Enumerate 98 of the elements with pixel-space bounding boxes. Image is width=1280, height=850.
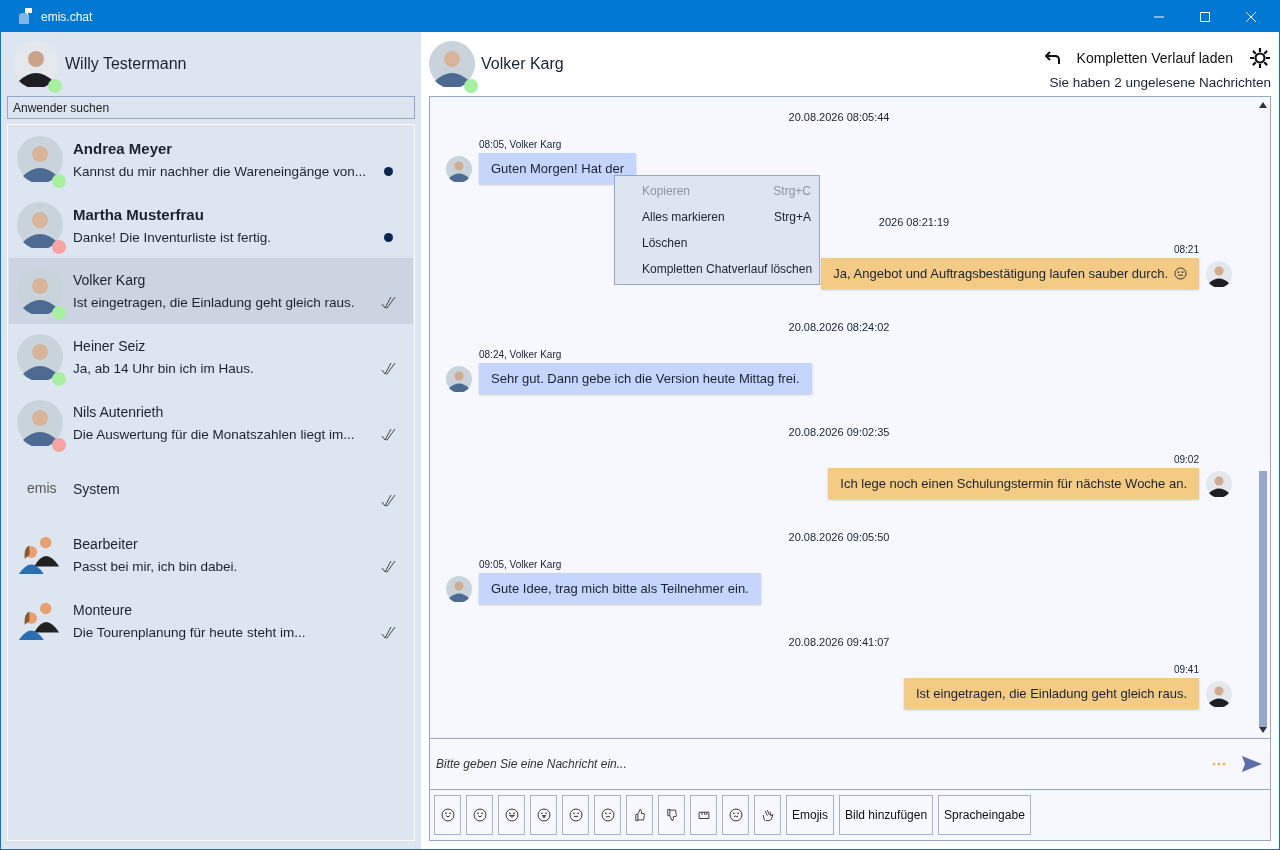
- emoji-button[interactable]: [690, 795, 717, 835]
- contact-name: System: [73, 481, 121, 497]
- avatar-icon: [1206, 680, 1232, 707]
- message-text: Ist eingetragen, die Einladung geht gleich raus.: [915, 686, 1187, 701]
- menu-item[interactable]: Alles markieren Strg+A: [615, 204, 819, 230]
- toolbar-button[interactable]: Bild hinzufügen: [839, 795, 934, 835]
- emoji-button[interactable]: [434, 795, 461, 835]
- avatar-icon: [429, 41, 475, 87]
- smiley-icon: [504, 808, 519, 822]
- smiley-icon: [440, 808, 455, 822]
- contact-name: Volker Karg: [73, 272, 147, 288]
- message-meta: 08:21: [1173, 244, 1199, 255]
- message-text: Gute Idee, trag mich bitte als Teilnehmer ein.: [491, 581, 749, 596]
- window-title: emis.chat: [41, 9, 93, 24]
- search-field[interactable]: Anwender suchen: [7, 96, 415, 119]
- message-meta: 08:24, Volker Karg: [479, 349, 562, 360]
- emoji-button[interactable]: [658, 795, 685, 835]
- avatar-icon: [17, 202, 63, 248]
- contact-item[interactable]: Monteure Die Tourenplanung für heute steht im...: [9, 588, 413, 654]
- thumbs-up-icon: [632, 808, 647, 822]
- smiley-icon: [536, 808, 551, 822]
- avatar-icon: [1206, 470, 1232, 497]
- settings-icon[interactable]: [1249, 46, 1271, 69]
- menu-item[interactable]: Kompletten Chatverlauf löschen: [615, 256, 819, 282]
- load-history-button[interactable]: Kompletten Verlauf laden: [1072, 49, 1237, 66]
- contact-item[interactable]: Volker Karg Ist eingetragen, die Einladung geht gleich raus.: [9, 258, 413, 324]
- contact-item[interactable]: Andrea Meyer Kannst du mir nachher die Wareneingänge von...: [9, 126, 413, 192]
- date-separator: 20.08.2026 09:41:07: [788, 636, 890, 648]
- logo-text: emis: [27, 480, 57, 496]
- contact-name: Martha Musterfrau: [73, 205, 205, 223]
- scrollbar-thumb[interactable]: [1259, 471, 1267, 727]
- contact-name: Nils Autenrieth: [73, 404, 165, 420]
- contact-name: Andrea Meyer: [73, 139, 174, 157]
- hand-icon: [760, 808, 775, 822]
- message-preview: Passt bei mir, ich bin dabei.: [73, 559, 239, 574]
- emoji-button[interactable]: [530, 795, 557, 835]
- emoji-button[interactable]: [722, 795, 749, 835]
- smiley-icon: [600, 808, 615, 822]
- toolbar-button[interactable]: Emojis: [786, 795, 834, 835]
- avatar-icon: [13, 41, 59, 87]
- app-icon: [17, 7, 33, 26]
- smiley-icon: [568, 808, 583, 822]
- emoji-button[interactable]: [754, 795, 781, 835]
- smiley-icon: [472, 808, 487, 822]
- date-separator: 20.08.2026 08:24:02: [788, 321, 890, 333]
- maximize-icon[interactable]: [1199, 10, 1211, 23]
- message-text: Ja, Angebot und Auftragsbestätigung laufen sauber durch.: [833, 266, 1168, 281]
- avatar-icon: [1206, 260, 1232, 287]
- avatar-icon: [446, 365, 472, 392]
- message-preview: Die Tourenplanung für heute steht im...: [73, 625, 307, 640]
- date-separator: 20.08.2026 09:05:50: [788, 531, 890, 543]
- contact-item[interactable]: Nils Autenrieth Die Auswertung für die Monatszahlen liegt im...: [9, 390, 413, 456]
- scroll-up-icon[interactable]: [1259, 102, 1267, 108]
- date-separator: 2026 08:21:19: [878, 216, 950, 228]
- date-separator: 20.08.2026 09:02:35: [788, 426, 890, 438]
- message-input[interactable]: Bitte geben Sie eine Nachricht ein...: [434, 756, 1196, 772]
- message-text: Guten Morgen! Hat der: [491, 161, 624, 176]
- unread-notice: Sie haben 2 ungelesene Nachrichten: [1049, 74, 1271, 90]
- close-icon[interactable]: [1245, 10, 1257, 23]
- contact-name: Heiner Seiz: [73, 338, 147, 354]
- emoji-button[interactable]: [594, 795, 621, 835]
- emoji-button[interactable]: [466, 795, 493, 835]
- message-preview: Ja, ab 14 Uhr bin ich im Haus.: [73, 361, 255, 376]
- message-field[interactable]: Bitte geben Sie eine Nachricht ein...: [429, 739, 1271, 790]
- message-text: Sehr gut. Dann gebe ich die Version heute Mittag frei.: [491, 371, 800, 386]
- contact-item[interactable]: Martha Musterfrau Danke! Die Inventurliste ist fertig.: [9, 192, 413, 258]
- contact-name: Bearbeiter: [73, 536, 139, 552]
- emoji-button[interactable]: [562, 795, 589, 835]
- message-preview: Ist eingetragen, die Einladung geht gleich raus.: [73, 295, 356, 310]
- emoji-button[interactable]: [626, 795, 653, 835]
- message-text: Ich lege noch einen Schulungstermin für nächste Woche an.: [840, 476, 1187, 491]
- avatar-icon: [17, 334, 63, 380]
- contact-name: Monteure: [73, 602, 134, 618]
- menu-item[interactable]: Löschen: [615, 230, 819, 256]
- toolbar-button[interactable]: Spracheingabe: [938, 795, 1031, 835]
- contact-item[interactable]: emis System: [9, 456, 413, 522]
- avatar-icon: [446, 575, 472, 602]
- message-preview: Danke! Die Inventurliste ist fertig.: [73, 229, 273, 245]
- send-icon[interactable]: [1242, 756, 1262, 772]
- avatar-icon: [17, 400, 63, 446]
- message-meta: 09:05, Volker Karg: [479, 559, 562, 570]
- undo-icon[interactable]: [1044, 49, 1061, 66]
- message-preview: Die Auswertung für die Monatszahlen liegt im...: [73, 427, 356, 442]
- date-separator: 20.08.2026 08:05:44: [788, 111, 890, 123]
- avatar-icon: [446, 155, 472, 182]
- chat-partner-name: Volker Karg: [481, 55, 564, 73]
- message-meta: 08:05, Volker Karg: [479, 139, 562, 150]
- contact-item[interactable]: Heiner Seiz Ja, ab 14 Uhr bin ich im Haus.: [9, 324, 413, 390]
- message-preview: Kannst du mir nachher die Wareneingänge von...: [73, 163, 367, 179]
- contact-item[interactable]: Bearbeiter Passt bei mir, ich bin dabei.: [9, 522, 413, 588]
- smiley-icon: [728, 808, 743, 822]
- avatar-icon: [17, 136, 63, 182]
- message-meta: 09:41: [1173, 664, 1199, 675]
- thumbs-down-icon: [664, 808, 679, 822]
- emoji-icon: [1174, 267, 1187, 280]
- user-name: Willy Testermann: [65, 55, 187, 73]
- emoji-button[interactable]: [498, 795, 525, 835]
- message-meta: 09:02: [1173, 454, 1199, 465]
